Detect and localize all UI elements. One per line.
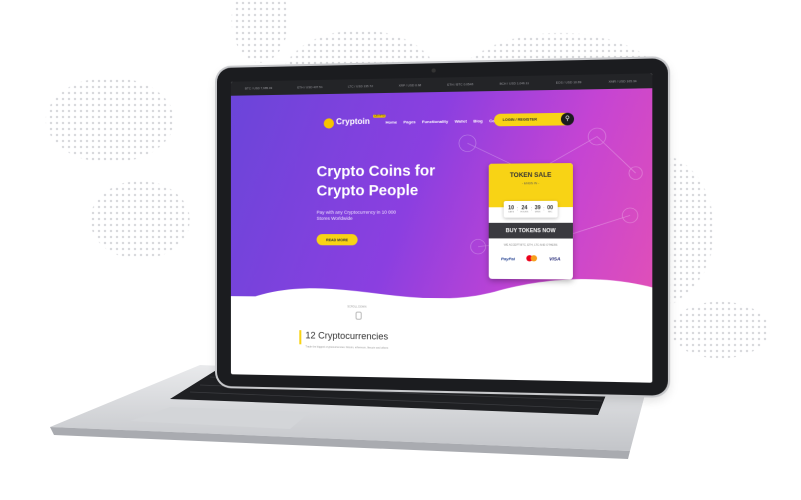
laptop-screen: BTC / USD 7,985.03 ETH / USD 437.51 LTC … xyxy=(230,73,653,383)
ticker-item: XRP / USD 0.68 xyxy=(398,83,422,88)
section-title: 12 Cryptocurrencies xyxy=(305,330,389,342)
token-sale-card: TOKEN SALE - ENDS IN - 10 DAYS : 24 HOUR… xyxy=(488,163,573,280)
hero-subline: Pay with any Cryptocurrency in 10 000 St… xyxy=(316,209,397,222)
nav-item-wallet[interactable]: Wallet xyxy=(455,118,467,123)
ticker-item: LTC / USD 135.72 xyxy=(347,84,373,89)
scroll-down-label: SCROLL DOWN xyxy=(347,305,367,309)
read-more-button[interactable]: READ MORE xyxy=(316,234,358,246)
payment-methods: PayPal VISA xyxy=(495,255,566,262)
camera-dot xyxy=(431,68,436,73)
countdown-separator: : xyxy=(516,206,519,213)
nav-item-pages[interactable]: Pages xyxy=(403,119,415,124)
token-sale-title: TOKEN SALE xyxy=(509,172,552,180)
ticker-item: ETH / USD 437.51 xyxy=(297,84,323,90)
nav-item-functionality[interactable]: Functionality xyxy=(422,119,448,125)
visa-logo: VISA xyxy=(549,255,561,262)
search-button[interactable]: ⚲ xyxy=(560,112,575,126)
ticker-item: BTC / USD 7,985.03 xyxy=(244,85,273,91)
nav-item-blog[interactable]: Blog xyxy=(473,118,482,123)
ticker-item: EOS / USD 10.89 xyxy=(555,80,582,85)
login-register-label: LOGIN / REGISTER xyxy=(502,117,537,123)
buy-tokens-label: BUY TOKENS NOW xyxy=(505,227,556,234)
mastercard-logo xyxy=(526,255,538,262)
hero-headline: Crypto Coins for Crypto People xyxy=(316,163,436,200)
search-icon: ⚲ xyxy=(565,115,570,123)
countdown-seconds: 00 SEC xyxy=(547,205,554,214)
buy-tokens-button[interactable]: BUY TOKENS NOW xyxy=(488,222,573,239)
mouse-scroll-icon[interactable] xyxy=(355,311,362,320)
paypal-logo: PayPal xyxy=(500,255,516,261)
countdown-separator: : xyxy=(530,206,533,213)
laptop-lid: BTC / USD 7,985.03 ETH / USD 437.51 LTC … xyxy=(217,58,668,396)
token-sale-subtitle: - ENDS IN - xyxy=(522,181,540,186)
section-accent-bar xyxy=(299,330,302,345)
logo-badge: CRYPTO xyxy=(373,114,386,118)
ticker-item: ETH / BTC 0.0548 xyxy=(447,82,474,87)
site-logo[interactable]: Cryptoin xyxy=(336,117,370,127)
accepted-currencies-text: WE ACCEPT BTC, ETH, LTC AND OTHERS xyxy=(503,243,558,247)
section-description: Trade the biggest cryptocurrencies: bitc… xyxy=(305,345,389,350)
hero-wave-divider xyxy=(230,276,653,332)
countdown-timer: 10 DAYS : 24 HOURS : 39 MINS : 00 SEC xyxy=(503,200,558,218)
nav-item-home[interactable]: Home xyxy=(386,119,398,124)
ticker-item: XMR / USD 165.34 xyxy=(608,78,637,84)
countdown-hours: 24 HOURS xyxy=(520,205,529,214)
countdown-minutes: 39 MINS xyxy=(534,205,541,214)
countdown-separator: : xyxy=(543,206,545,213)
ticker-item: BCH / USD 1,046.11 xyxy=(499,81,530,86)
read-more-label: READ MORE xyxy=(326,237,349,242)
countdown-days: 10 DAYS xyxy=(508,205,515,214)
